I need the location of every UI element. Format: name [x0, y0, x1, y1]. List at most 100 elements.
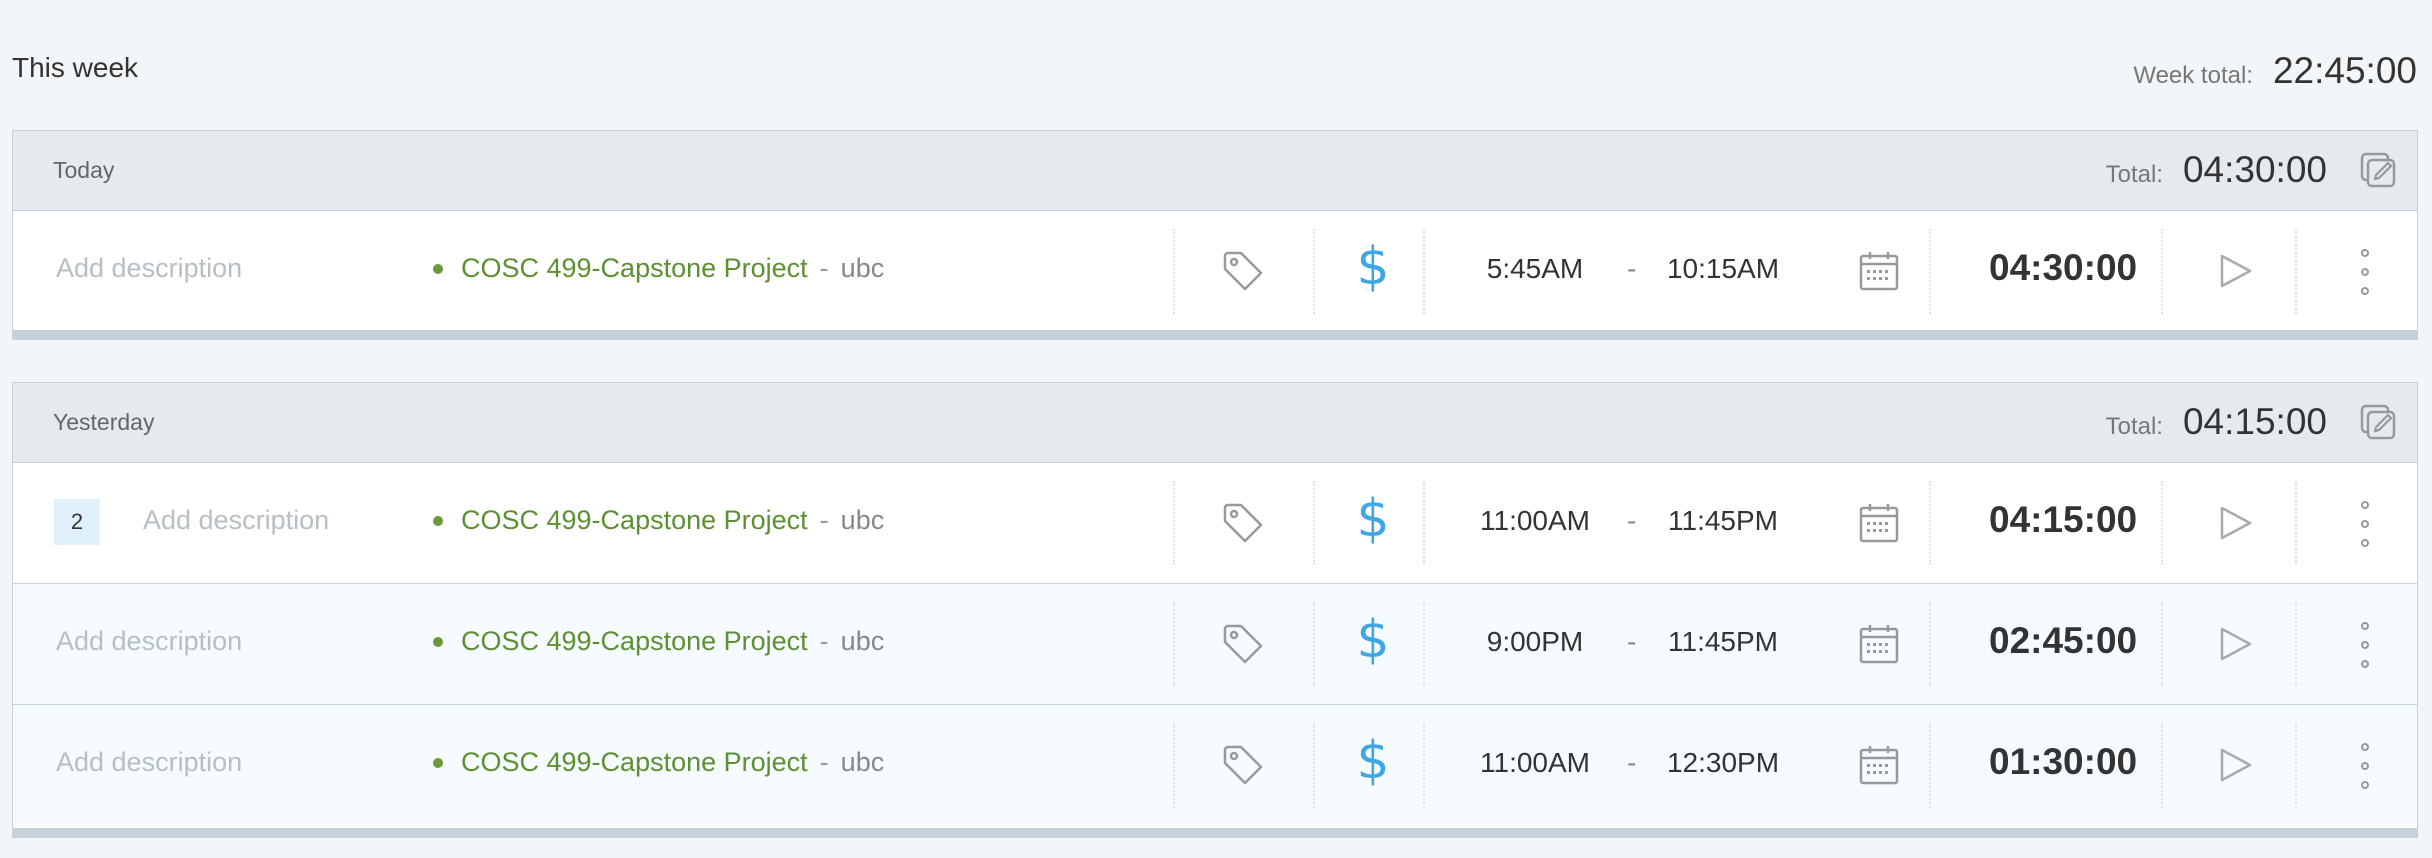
calendar-icon[interactable]: [1849, 614, 1909, 674]
week-total-value: 22:45:00: [2272, 50, 2417, 91]
more-icon[interactable]: [2353, 501, 2377, 547]
divider: [2161, 229, 2163, 314]
day-total: Total: 04:15:00: [2106, 401, 2327, 443]
divider: [2295, 602, 2297, 686]
day-label: Yesterday: [53, 409, 155, 435]
duration[interactable]: 04:15:00: [1989, 499, 2137, 541]
calendar-icon[interactable]: [1849, 493, 1909, 553]
project-selector[interactable]: COSC 499-Capstone Project - ubc: [433, 253, 884, 284]
divider: [1423, 602, 1425, 686]
tag-icon[interactable]: [1213, 735, 1273, 795]
start-time[interactable]: 11:00AM: [1475, 747, 1595, 779]
end-time[interactable]: 10:15AM: [1653, 253, 1793, 285]
day-total-value: 04:30:00: [2182, 149, 2327, 190]
play-icon[interactable]: [2205, 614, 2265, 674]
project-separator: -: [819, 626, 829, 656]
group-count-badge[interactable]: 2: [54, 499, 100, 545]
more-icon[interactable]: [2353, 249, 2377, 295]
project-separator: -: [819, 253, 829, 283]
end-time[interactable]: 11:45PM: [1653, 626, 1793, 658]
more-icon[interactable]: [2353, 622, 2377, 668]
tag-icon[interactable]: [1213, 493, 1273, 553]
duration[interactable]: 04:30:00: [1989, 247, 2137, 289]
divider: [2161, 481, 2163, 565]
divider: [1313, 602, 1315, 686]
project-color-dot: [433, 636, 443, 647]
week-header: This week Week total: 22:45:00: [0, 0, 2432, 130]
client-name: ubc: [840, 505, 885, 535]
time-entry-row: Add description COSC 499-Capstone Projec…: [13, 705, 2417, 826]
time-dash: -: [1627, 505, 1637, 536]
play-icon[interactable]: [2205, 735, 2265, 795]
project-selector[interactable]: COSC 499-Capstone Project - ubc: [433, 747, 884, 778]
project-separator: -: [819, 505, 829, 535]
description-input[interactable]: Add description: [56, 253, 242, 284]
week-total: Week total: 22:45:00: [2133, 50, 2417, 92]
time-dash: -: [1627, 253, 1637, 284]
project-name: COSC 499-Capstone Project: [461, 626, 808, 656]
divider: [1423, 723, 1425, 808]
end-time[interactable]: 11:45PM: [1653, 505, 1793, 537]
divider: [2295, 229, 2297, 314]
divider: [1313, 229, 1315, 314]
week-total-label: Week total:: [2133, 62, 2253, 89]
client-name: ubc: [840, 626, 885, 656]
project-name: COSC 499-Capstone Project: [461, 505, 808, 535]
dollar-icon[interactable]: $: [1353, 489, 1393, 549]
day-total: Total: 04:30:00: [2106, 149, 2327, 191]
play-icon[interactable]: [2205, 241, 2265, 301]
tag-icon[interactable]: [1213, 614, 1273, 674]
divider: [1929, 602, 1931, 686]
day-total-label: Total:: [2105, 161, 2163, 188]
time-dash: -: [1627, 626, 1637, 657]
bulk-edit-icon[interactable]: [2359, 151, 2399, 191]
description-input[interactable]: Add description: [56, 626, 242, 657]
day-label: Today: [53, 157, 115, 183]
divider: [2295, 723, 2297, 808]
project-name: COSC 499-Capstone Project: [461, 253, 808, 283]
divider: [1173, 229, 1175, 314]
project-color-dot: [433, 263, 443, 274]
calendar-icon[interactable]: [1849, 735, 1909, 795]
divider: [1173, 723, 1175, 808]
divider: [1173, 481, 1175, 565]
time-dash: -: [1627, 747, 1637, 778]
dollar-icon[interactable]: $: [1353, 731, 1393, 791]
description-input[interactable]: Add description: [56, 747, 242, 778]
card-footer: [13, 330, 2417, 339]
day-total-value: 04:15:00: [2182, 401, 2327, 442]
client-name: ubc: [840, 253, 885, 283]
duration[interactable]: 02:45:00: [1989, 620, 2137, 662]
duration[interactable]: 01:30:00: [1989, 741, 2137, 783]
divider: [1929, 723, 1931, 808]
time-entry-row: Add description COSC 499-Capstone Projec…: [13, 211, 2417, 332]
calendar-icon[interactable]: [1849, 241, 1909, 301]
dollar-icon[interactable]: $: [1353, 610, 1393, 670]
divider: [1313, 723, 1315, 808]
start-time[interactable]: 9:00PM: [1475, 626, 1595, 658]
divider: [1313, 481, 1315, 565]
bulk-edit-icon[interactable]: [2359, 403, 2399, 443]
tag-icon[interactable]: [1213, 241, 1273, 301]
project-color-dot: [433, 515, 443, 526]
divider: [1173, 602, 1175, 686]
day-header: Today Total: 04:30:00: [13, 131, 2417, 211]
dollar-icon[interactable]: $: [1353, 237, 1393, 297]
start-time[interactable]: 5:45AM: [1475, 253, 1595, 285]
divider: [1929, 481, 1931, 565]
divider: [1423, 481, 1425, 565]
divider: [2161, 602, 2163, 686]
card-footer: [13, 828, 2417, 837]
project-name: COSC 499-Capstone Project: [461, 747, 808, 777]
end-time[interactable]: 12:30PM: [1653, 747, 1793, 779]
project-selector[interactable]: COSC 499-Capstone Project - ubc: [433, 626, 884, 657]
project-separator: -: [819, 747, 829, 777]
day-total-label: Total:: [2105, 413, 2163, 440]
divider: [2295, 481, 2297, 565]
project-selector[interactable]: COSC 499-Capstone Project - ubc: [433, 505, 884, 536]
more-icon[interactable]: [2353, 743, 2377, 789]
client-name: ubc: [840, 747, 885, 777]
play-icon[interactable]: [2205, 493, 2265, 553]
start-time[interactable]: 11:00AM: [1475, 505, 1595, 537]
description-input[interactable]: Add description: [143, 505, 329, 536]
